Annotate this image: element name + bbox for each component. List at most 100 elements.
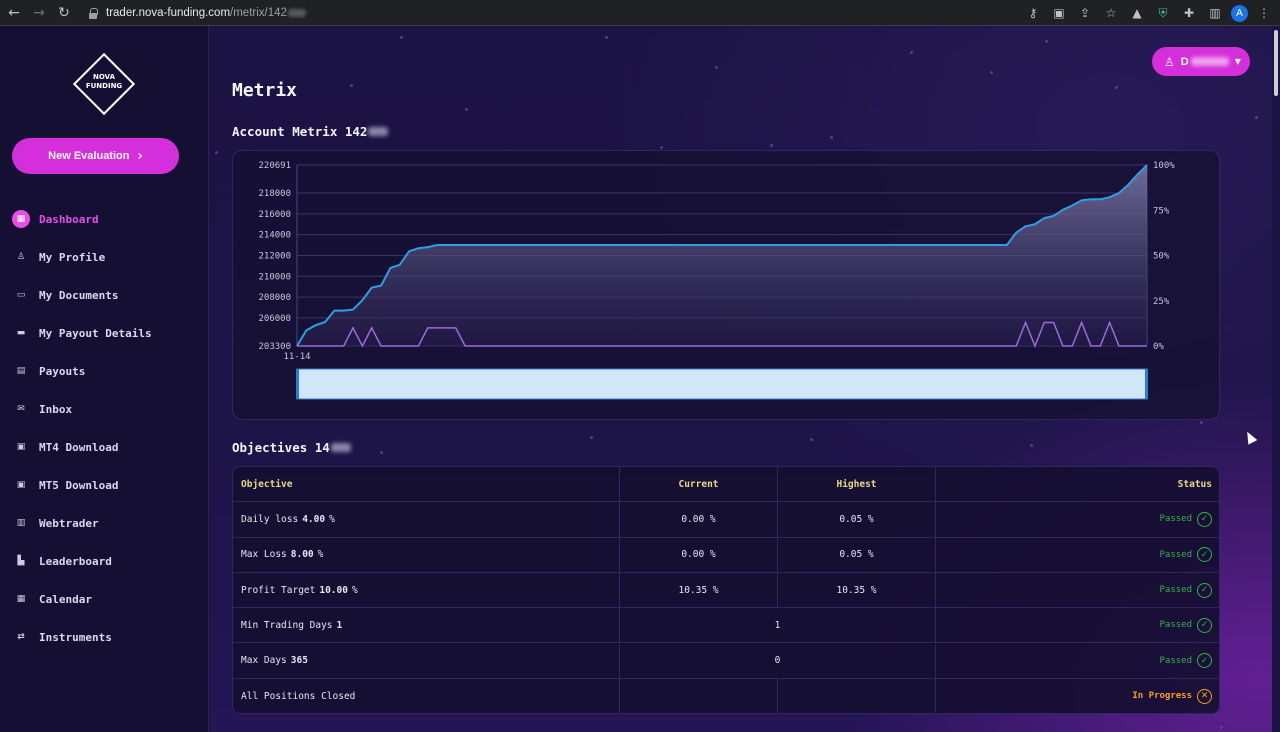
objective-value: 8.00 bbox=[290, 549, 314, 561]
highest-value: 0.05 % bbox=[839, 513, 874, 525]
sidebar-item-label: MT5 Download bbox=[39, 478, 119, 492]
sidebar-item-label: Payouts bbox=[39, 364, 86, 378]
monitor-icon: ▥ bbox=[16, 518, 26, 528]
sidebar-item-label: Inbox bbox=[39, 402, 73, 416]
translate-icon[interactable]: ▣ bbox=[1049, 3, 1069, 23]
swap-icon: ⇄ bbox=[17, 632, 25, 642]
column-divider bbox=[619, 467, 620, 502]
merged-value-cell: 0 bbox=[620, 644, 935, 678]
card-icon: ▬ bbox=[16, 328, 26, 338]
navigator-handle-right[interactable] bbox=[1145, 369, 1148, 399]
user-icon: ♙ bbox=[1164, 54, 1175, 69]
sidebar-item-instruments[interactable]: ⇄ Instruments bbox=[0, 618, 209, 656]
objectives-title: Objectives 14 bbox=[232, 440, 351, 455]
column-divider bbox=[619, 643, 620, 678]
background-star bbox=[380, 451, 383, 454]
objective-value: 365 bbox=[290, 655, 308, 667]
background-star bbox=[990, 71, 993, 74]
sidebar-item-label: MT4 Download bbox=[39, 440, 119, 454]
background-star bbox=[465, 108, 468, 111]
share-icon[interactable]: ⇪ bbox=[1075, 3, 1095, 23]
column-divider bbox=[935, 467, 936, 502]
status-text: Passed bbox=[1159, 514, 1192, 525]
background-star bbox=[1220, 726, 1223, 729]
sidebar-item-inbox[interactable]: ✉ Inbox bbox=[0, 390, 209, 428]
sidebar-item-mt5-download[interactable]: ▣ MT5 Download bbox=[0, 466, 209, 504]
header-current: Current bbox=[678, 478, 719, 490]
background-star bbox=[1045, 40, 1048, 43]
status-text: In Progress bbox=[1132, 691, 1192, 702]
check-circle-icon: ✓ bbox=[1197, 547, 1212, 563]
logo-line1: NOVA bbox=[93, 73, 115, 81]
highest-value: 0.05 % bbox=[839, 549, 874, 561]
sidebar-item-my-payout-details[interactable]: ▬ My Payout Details bbox=[0, 314, 209, 352]
y2-tick-label: 75% bbox=[1153, 206, 1170, 216]
y-tick-label: 208000 bbox=[258, 293, 291, 303]
background-star bbox=[810, 438, 813, 441]
sidebar-item-label: Calendar bbox=[39, 592, 92, 606]
column-divider bbox=[619, 608, 620, 643]
sidebar-item-dashboard[interactable]: ▦ Dashboard bbox=[0, 200, 209, 238]
sidebar-item-payouts[interactable]: ▤ Payouts bbox=[0, 352, 209, 390]
highest-cell: 10.35 % bbox=[778, 573, 935, 607]
sidebar-item-my-documents[interactable]: ▭ My Documents bbox=[0, 276, 209, 314]
background-star bbox=[770, 144, 773, 147]
column-divider bbox=[619, 678, 620, 713]
logo[interactable]: NOVA FUNDING bbox=[72, 52, 136, 116]
user-name: D bbox=[1180, 55, 1189, 68]
objective-value: 4.00 bbox=[302, 513, 326, 525]
new-evaluation-button[interactable]: New Evaluation › bbox=[12, 138, 179, 174]
menu-kebab-icon[interactable]: ⋮ bbox=[1254, 3, 1274, 23]
status-cell: Passed ✓ bbox=[936, 573, 1212, 607]
sidebar-item-calendar[interactable]: ▦ Calendar bbox=[0, 580, 209, 618]
browser-toolbar: ← → ↻ trader.nova-funding.com/metrix/142… bbox=[0, 0, 1280, 26]
sidebar-item-webtrader[interactable]: ▥ Webtrader bbox=[0, 504, 209, 542]
sidebar-item-leaderboard[interactable]: ▙ Leaderboard bbox=[0, 542, 209, 580]
status-cell: In Progress ✕ bbox=[936, 679, 1212, 713]
sidebar-item-label: My Documents bbox=[39, 288, 119, 302]
user-name-redacted bbox=[1190, 57, 1229, 66]
profile-avatar[interactable]: A bbox=[1231, 4, 1248, 22]
extension-icon[interactable]: ▲ bbox=[1127, 3, 1147, 23]
range-navigator[interactable] bbox=[296, 368, 1148, 400]
merged-value-cell: 1 bbox=[620, 608, 935, 642]
reload-icon[interactable]: ↻ bbox=[53, 2, 75, 24]
star-icon[interactable]: ☆ bbox=[1101, 3, 1121, 23]
column-header: Highest bbox=[778, 467, 935, 501]
back-icon[interactable]: ← bbox=[3, 2, 25, 24]
shield-icon[interactable]: ⛨ bbox=[1153, 3, 1173, 23]
background-star bbox=[1255, 116, 1258, 119]
current-cell: 0.00 % bbox=[620, 502, 777, 536]
sidebar: NOVA FUNDING New Evaluation › ▦ Dashboard… bbox=[0, 26, 209, 732]
background-star bbox=[1200, 421, 1203, 424]
status-text: Passed bbox=[1159, 549, 1192, 560]
table-header-row: Objective Current Highest Status bbox=[233, 467, 1219, 503]
status-cell: Passed ✓ bbox=[936, 644, 1212, 678]
objective-value: 1 bbox=[336, 619, 343, 631]
equity-area bbox=[297, 165, 1147, 346]
navigator-handle-left[interactable] bbox=[296, 369, 299, 399]
highest-value: 10.35 % bbox=[836, 584, 877, 596]
sidepanel-icon[interactable]: ▥ bbox=[1205, 3, 1225, 23]
objective-label: Profit Target bbox=[241, 584, 316, 596]
table-row: Min Trading Days 1 1 Passed ✓ bbox=[233, 608, 1219, 644]
page-scrollbar[interactable] bbox=[1272, 26, 1280, 732]
objective-unit: % bbox=[351, 584, 358, 596]
address-bar[interactable]: trader.nova-funding.com/metrix/142 bbox=[80, 3, 1026, 23]
objective-unit: % bbox=[317, 549, 324, 561]
key-icon[interactable]: ⚷ bbox=[1023, 3, 1043, 23]
puzzle-icon[interactable]: ✚ bbox=[1179, 3, 1199, 23]
forward-icon[interactable]: → bbox=[28, 2, 50, 24]
url-path: /metrix/142 bbox=[230, 7, 287, 19]
account-metrix-label: Account Metrix 142 bbox=[232, 124, 368, 139]
objective-value: 10.00 bbox=[319, 584, 348, 596]
sidebar-item-mt4-download[interactable]: ▣ MT4 Download bbox=[0, 428, 209, 466]
scrollbar-thumb[interactable] bbox=[1274, 30, 1278, 96]
header-status: Status bbox=[1177, 478, 1212, 490]
objectives-label: Objectives 14 bbox=[232, 440, 330, 455]
url-redacted bbox=[287, 9, 306, 17]
sidebar-item-my-profile[interactable]: ♙ My Profile bbox=[0, 238, 209, 276]
equity-chart[interactable]: 220691 218000 216000 214000 212000 210000 2080… bbox=[233, 151, 1221, 421]
download-icon: ▣ bbox=[16, 480, 26, 490]
user-menu-button[interactable]: ♙ D ▼ bbox=[1152, 47, 1250, 76]
